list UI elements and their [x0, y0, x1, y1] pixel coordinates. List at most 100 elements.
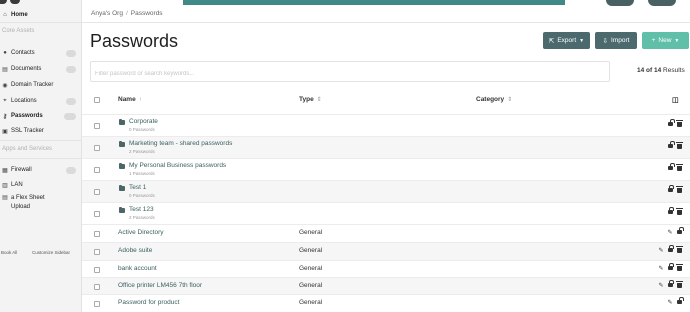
row-checkbox[interactable]: [94, 231, 100, 237]
row-checkbox[interactable]: [94, 301, 100, 307]
sort-up-icon: ↑: [138, 97, 142, 103]
sidebar-item-home[interactable]: ⌂ Home: [0, 8, 82, 22]
firewall-icon: ▦: [2, 167, 8, 174]
table-row[interactable]: Adobe suite General ✎: [82, 242, 690, 260]
row-name[interactable]: Active Directory: [118, 229, 164, 236]
top-bar: [183, 0, 565, 5]
sidebar-item-documents[interactable]: ▤ Documents: [0, 62, 82, 76]
sort-icon: ⇕: [316, 97, 322, 103]
edit-icon[interactable]: ✎: [658, 265, 664, 272]
user-menu-button[interactable]: [648, 0, 676, 6]
breadcrumb-org[interactable]: Anya's Org: [91, 10, 123, 17]
contacts-icon: ●: [3, 50, 7, 56]
notifications-button[interactable]: [606, 0, 634, 6]
sidebar-item-flex-sheet[interactable]: ▤ a Flex Sheet Upload: [0, 194, 82, 216]
sidebar: ⌂ Home Core Assets ● Contacts ▤ Document…: [0, 0, 82, 312]
caret-down-icon: ▼: [579, 37, 585, 44]
row-name[interactable]: Test 123: [129, 206, 154, 213]
row-checkbox[interactable]: [94, 167, 100, 173]
table-row[interactable]: Corporate 0 Passwords: [82, 114, 690, 136]
table-row[interactable]: Office printer LM456 7th floor General ✎: [82, 277, 690, 294]
trash-icon[interactable]: [675, 120, 683, 128]
row-checkbox[interactable]: [94, 189, 100, 195]
lock-icon[interactable]: [667, 263, 674, 272]
search-field[interactable]: [90, 61, 610, 84]
trash-icon[interactable]: [675, 186, 683, 194]
row-type: General: [299, 299, 323, 306]
sidebar-item-label: Firewall: [11, 167, 32, 173]
unlock-icon[interactable]: [667, 119, 675, 128]
edit-icon[interactable]: ✎: [667, 229, 673, 236]
row-checkbox[interactable]: [94, 145, 100, 151]
trash-icon[interactable]: [675, 164, 683, 172]
table-row[interactable]: Password for product General ✎: [82, 294, 690, 312]
edit-icon[interactable]: ✎: [667, 299, 673, 306]
export-icon: ⇱: [548, 37, 555, 45]
table-row[interactable]: Test 1 0 Passwords: [82, 180, 690, 202]
lock-icon[interactable]: [667, 280, 674, 289]
documents-icon: ▤: [2, 66, 8, 73]
unlock-icon[interactable]: [667, 163, 675, 172]
column-name[interactable]: Name ↑: [118, 96, 142, 103]
table-row[interactable]: Marketing team - shared passwords 2 Pass…: [82, 136, 690, 158]
row-name[interactable]: Office printer LM456 7th floor: [118, 282, 202, 289]
row-type: General: [299, 229, 323, 236]
lock-icon[interactable]: [667, 185, 674, 194]
sidebar-item-domain-tracker[interactable]: ◉ Domain Tracker: [0, 78, 82, 92]
edit-icon[interactable]: ✎: [658, 282, 664, 289]
sidebar-item-label: SSL Tracker: [11, 128, 44, 134]
trash-icon[interactable]: [675, 281, 683, 289]
sheet-icon: ▤: [2, 194, 8, 201]
table-row[interactable]: bank account General ✎: [82, 260, 690, 277]
edit-icon[interactable]: ✎: [658, 247, 664, 254]
select-all-checkbox[interactable]: [94, 97, 100, 103]
row-count: 0 Passwords: [129, 193, 155, 198]
row-name[interactable]: bank account: [118, 265, 157, 272]
row-checkbox[interactable]: [94, 267, 100, 273]
customize-sidebar-link[interactable]: Customize Sidebar: [32, 250, 70, 255]
import-button[interactable]: ⇩ Import: [595, 32, 637, 49]
home-icon: ⌂: [3, 12, 7, 18]
folder-icon: [119, 207, 125, 213]
table-row[interactable]: Test 123 2 Passwords: [82, 202, 690, 224]
sidebar-item-label: Passwords: [11, 113, 43, 119]
trash-icon[interactable]: [675, 264, 683, 272]
sidebar-item-firewall[interactable]: ▦ Firewall: [0, 163, 82, 177]
column-category[interactable]: Category ⇕: [476, 96, 512, 103]
folder-icon: [119, 185, 125, 191]
trash-icon[interactable]: [675, 208, 683, 216]
row-name[interactable]: Adobe suite: [118, 247, 152, 254]
table-row[interactable]: My Personal Business passwords 1 Passwor…: [82, 158, 690, 180]
book-all-link[interactable]: Book All: [1, 250, 17, 255]
sidebar-item-locations[interactable]: ⌖ Locations: [0, 94, 82, 108]
row-checkbox[interactable]: [94, 249, 100, 255]
unlock-icon[interactable]: [676, 297, 684, 306]
export-button[interactable]: ⇱ Export ▼: [543, 32, 590, 49]
unlock-icon[interactable]: [676, 227, 684, 236]
sidebar-item-ssl-tracker[interactable]: ▣ SSL Tracker: [0, 124, 82, 138]
sidebar-item-lan[interactable]: ▥ LAN: [0, 178, 82, 192]
row-name[interactable]: Marketing team - shared passwords: [129, 140, 232, 147]
search-input[interactable]: [91, 64, 609, 84]
row-checkbox[interactable]: [94, 123, 100, 129]
lock-icon[interactable]: [667, 207, 674, 216]
row-checkbox[interactable]: [94, 211, 100, 217]
row-name[interactable]: My Personal Business passwords: [129, 162, 226, 169]
folder-icon: [119, 119, 125, 125]
trash-icon[interactable]: [675, 142, 683, 150]
new-button[interactable]: + New ▼: [642, 32, 689, 49]
key-icon: ⚷: [2, 113, 8, 120]
table-row[interactable]: Active Directory General ✎: [82, 224, 690, 242]
sort-icon: ⇕: [507, 97, 513, 103]
row-name[interactable]: Test 1: [129, 184, 146, 191]
lock-icon[interactable]: [667, 245, 674, 254]
trash-icon[interactable]: [675, 246, 683, 254]
columns-toggle-icon[interactable]: ◫: [672, 96, 679, 104]
row-checkbox[interactable]: [94, 284, 100, 290]
row-name[interactable]: Corporate: [129, 118, 158, 125]
column-type[interactable]: Type ⇕: [299, 96, 322, 103]
sidebar-item-contacts[interactable]: ● Contacts: [0, 46, 82, 60]
row-name[interactable]: Password for product: [118, 299, 179, 306]
sidebar-item-passwords[interactable]: ⚷ Passwords: [0, 109, 82, 123]
unlock-icon[interactable]: [667, 141, 675, 150]
